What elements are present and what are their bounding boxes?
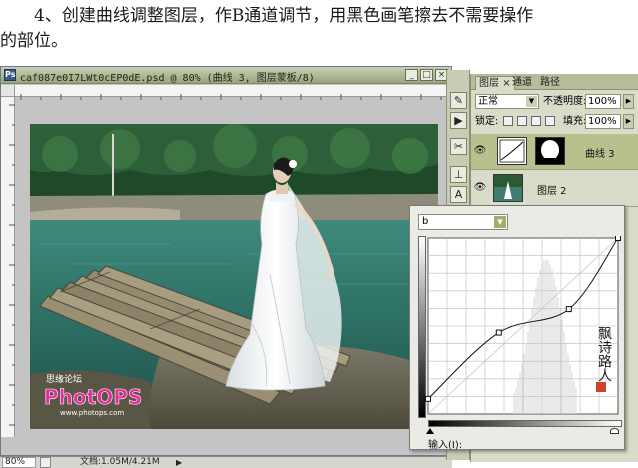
minimize-button[interactable]: _ [405, 69, 418, 81]
layer-name: 图层 2 [537, 186, 567, 197]
chevron-down-icon: ▼ [494, 216, 506, 228]
document-titlebar[interactable]: Ps caf087e0I7LWt0cEP0dE.psd @ 80% (曲线 3,… [1, 67, 451, 84]
curve-graph[interactable]: 飘诗路人 [418, 236, 622, 418]
eye-icon[interactable]: 👁 [473, 182, 487, 194]
status-menu-arrow-icon[interactable]: ▶ [176, 457, 182, 468]
calligraphy-watermark: 飘诗路人 [596, 326, 612, 382]
opacity-slider-arrow-icon[interactable]: ▶ [623, 94, 634, 109]
brush-icon[interactable]: ✎ [450, 92, 467, 109]
document-size-info: 文档:1.05M/4.21M [80, 457, 160, 467]
lock-row: 锁定: 填充: 100% ▶ [475, 114, 637, 130]
maximize-button[interactable]: □ [420, 69, 433, 81]
fill-label: 填充: [563, 116, 587, 127]
instruction-text: 4、创建曲线调整图层，作B通道调节，用黑色画笔擦去不需要操作 的部位。 [0, 4, 638, 54]
document-title: caf087e0I7LWt0cEP0dE.psd @ 80% (曲线 3, 图层… [20, 73, 315, 84]
curves-adjustment-icon [497, 137, 527, 165]
panel-tabs: 图层 × 通道 路径 [471, 74, 638, 90]
lock-all-icon[interactable] [545, 116, 555, 126]
status-icon[interactable] [40, 457, 51, 468]
layer-row-image[interactable]: 👁 图层 2 [471, 171, 638, 207]
input-gradient-bar [428, 420, 622, 427]
tab-channels[interactable]: 通道 [509, 76, 535, 90]
layer-name: 曲线 3 [585, 149, 615, 160]
opacity-label: 不透明度: [543, 96, 587, 107]
curve-point-2[interactable] [565, 306, 572, 313]
input-label: 输入(I): [428, 440, 463, 451]
black-point-slider-icon[interactable] [426, 428, 434, 434]
blend-row: 正常 ▼ 不透明度: 100% ▶ [475, 94, 637, 110]
watermark-brand: PhotOPS [44, 385, 142, 409]
lock-position-icon[interactable] [531, 116, 541, 126]
fill-field[interactable]: 100% [585, 114, 621, 129]
curves-dialog: b ▼ 飘诗路人 输入(I): [409, 205, 625, 451]
photoshop-doc-icon: Ps [4, 69, 16, 81]
blend-mode-select[interactable]: 正常 ▼ [475, 94, 539, 109]
curve-point-0[interactable] [425, 395, 431, 402]
tab-layers-label: 图层 [479, 78, 499, 89]
photo-canvas[interactable]: 思缘论坛 PhotOPS www.photops.com [30, 124, 438, 429]
opacity-field[interactable]: 100% [585, 94, 621, 109]
tab-paths[interactable]: 路径 [537, 76, 563, 90]
ruler-origin[interactable] [1, 85, 15, 97]
eye-icon[interactable]: 👁 [473, 145, 487, 157]
channel-value: b [422, 216, 429, 227]
layer-thumbnail [493, 174, 523, 202]
lock-label: 锁定: [475, 116, 499, 127]
chevron-down-icon: ▼ [526, 96, 537, 107]
play-icon[interactable]: ▶ [450, 112, 467, 129]
curve-point-1[interactable] [495, 329, 502, 336]
lock-pixels-icon[interactable] [517, 116, 527, 126]
channel-select[interactable]: b ▼ [418, 214, 508, 230]
instruction-line-2: 的部位。 [0, 31, 68, 51]
watermark-forum-text: 思缘论坛 [46, 373, 82, 385]
fill-slider-arrow-icon[interactable]: ▶ [623, 114, 634, 129]
layer-mask-thumbnail[interactable] [535, 137, 565, 165]
text-icon[interactable]: A [450, 186, 467, 203]
white-point-slider-icon[interactable] [610, 428, 619, 434]
ruler-horizontal[interactable] [15, 85, 451, 100]
scissors-icon[interactable]: ✂ [450, 138, 467, 155]
window-controls: _ □ × [405, 69, 448, 81]
instruction-line-1: 4、创建曲线调整图层，作B通道调节，用黑色画笔擦去不需要操作 [34, 6, 534, 26]
stamp-icon[interactable]: ⊥ [450, 166, 467, 183]
ruler-vertical[interactable] [1, 85, 15, 437]
status-bar: 80% 文档:1.05M/4.21M ▶ [0, 456, 452, 468]
watermark-url: www.photops.com [60, 409, 124, 417]
lock-transparency-icon[interactable] [503, 116, 513, 126]
layer-row-curves[interactable]: 👁 曲线 3 [471, 134, 638, 170]
blend-mode-value: 正常 [478, 96, 498, 107]
curve-point-3[interactable] [615, 236, 621, 241]
seal-stamp [596, 382, 606, 392]
zoom-field[interactable]: 80% [2, 457, 36, 468]
